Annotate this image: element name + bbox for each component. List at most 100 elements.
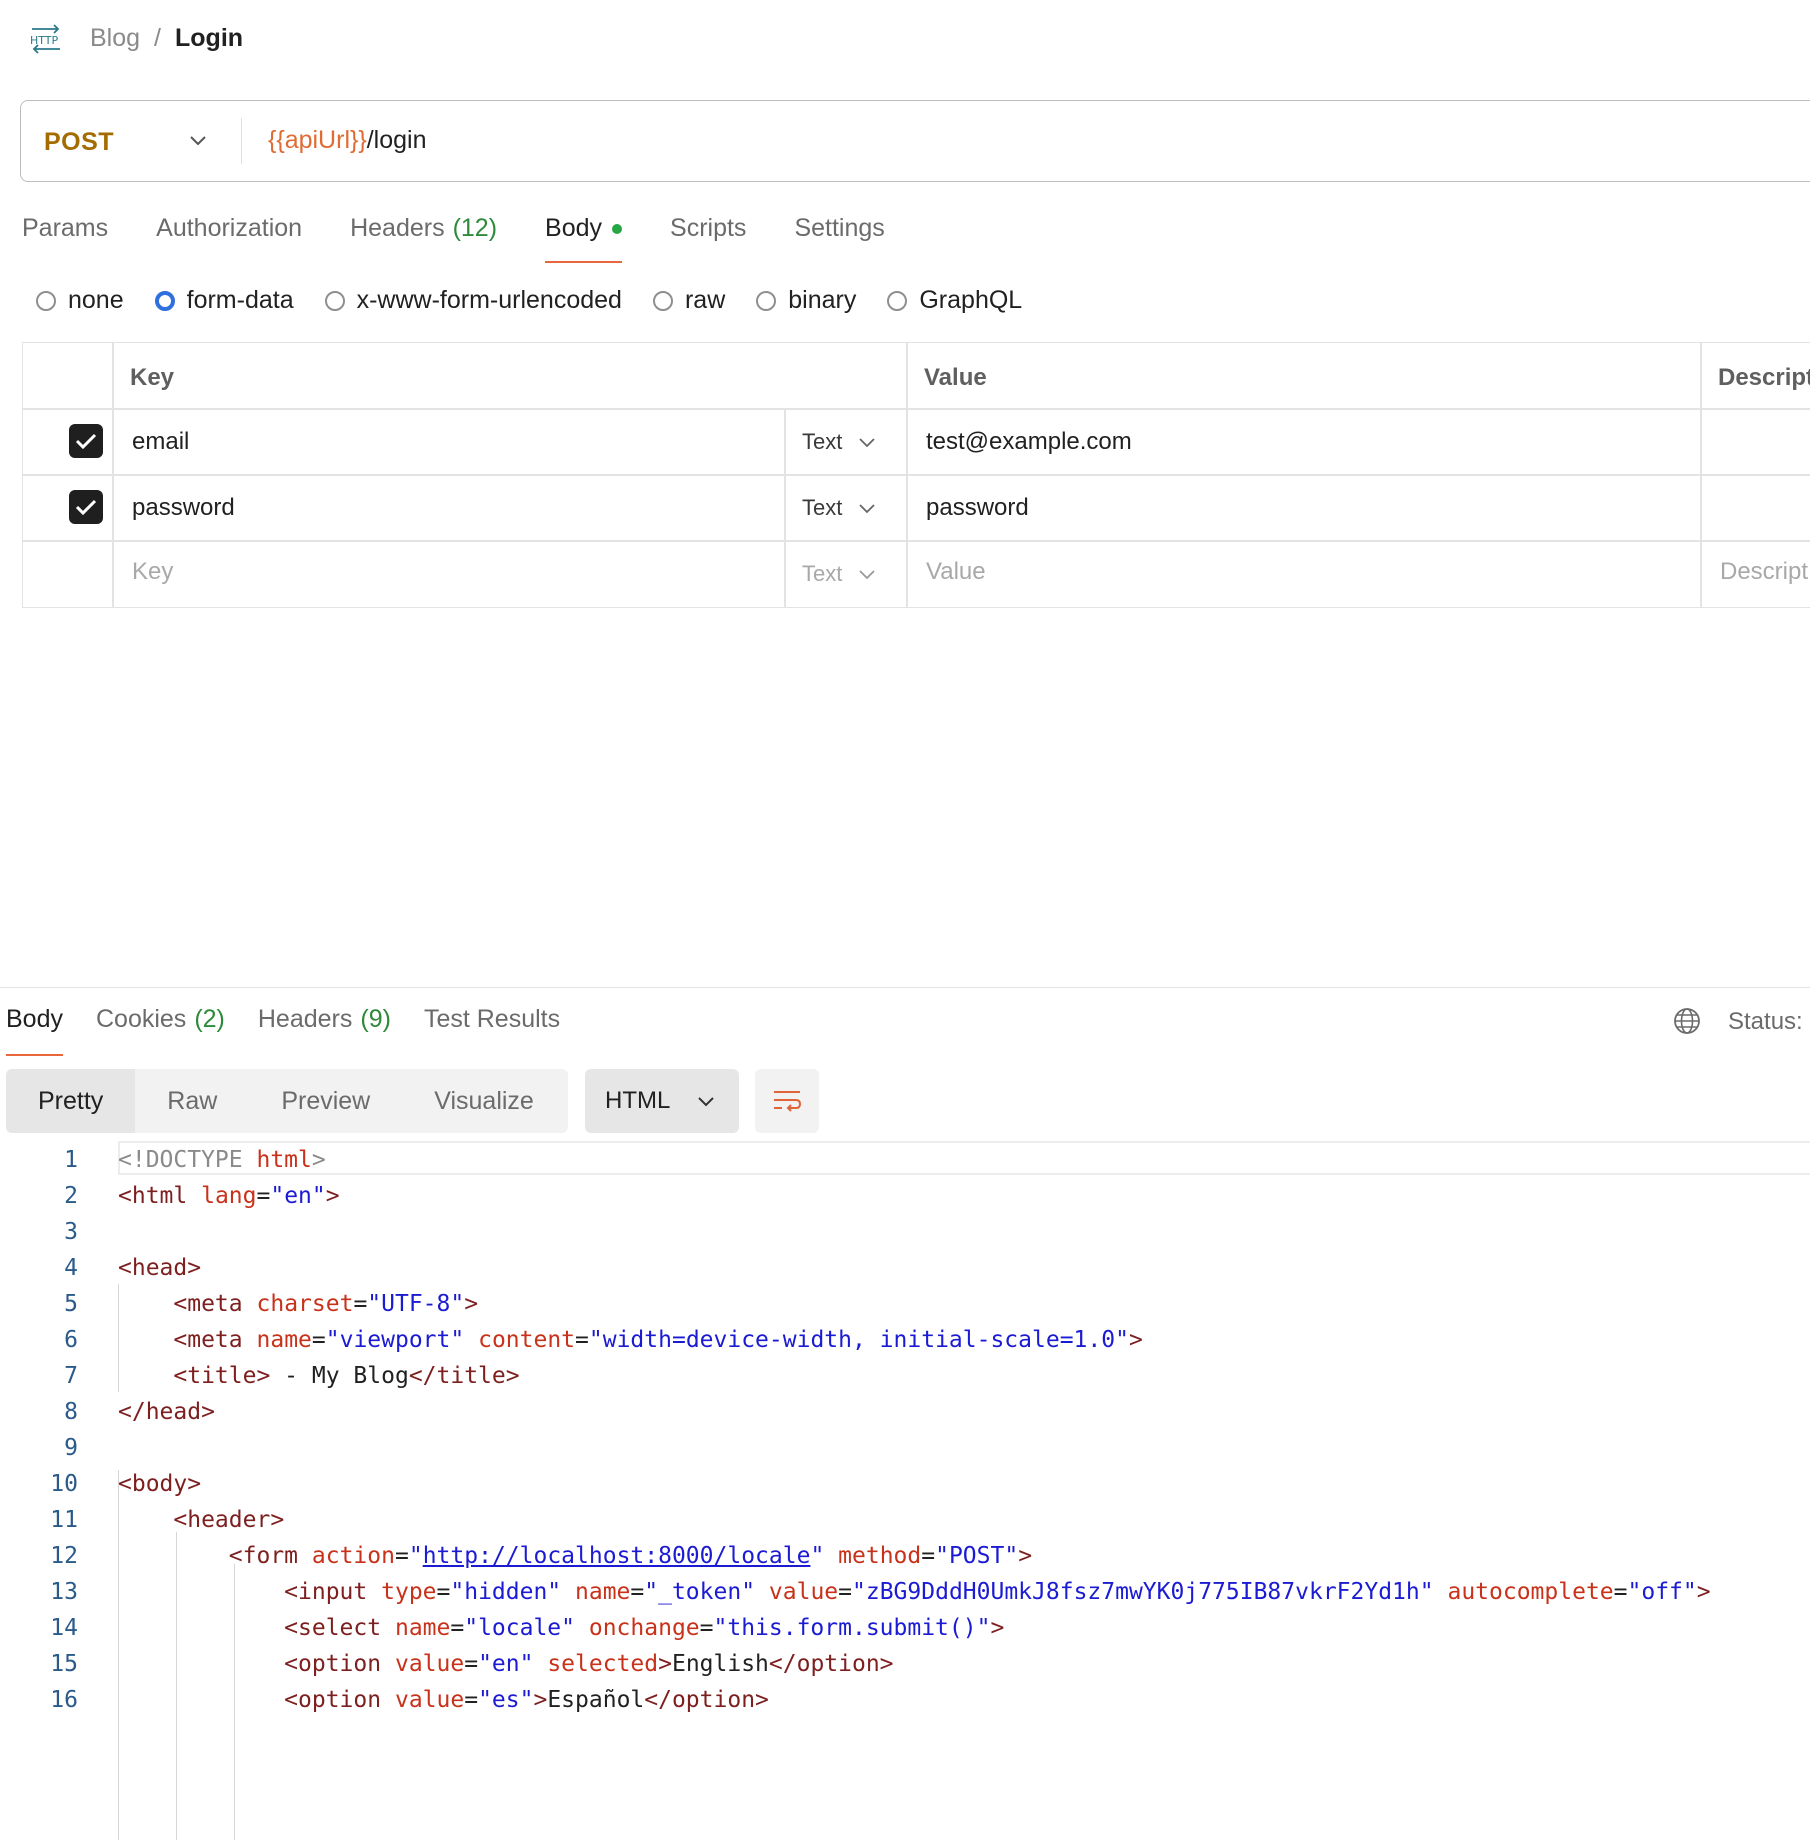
view-pretty[interactable]: Pretty	[6, 1069, 136, 1133]
tab-label: Headers	[257, 1005, 353, 1033]
chevron-down-icon	[859, 504, 875, 514]
format-select[interactable]: HTML	[585, 1069, 739, 1133]
key-cell[interactable]: email	[132, 428, 189, 456]
radio-x-www-form-urlencoded[interactable]: x-www-form-urlencoded	[324, 286, 622, 315]
view-preview[interactable]: Preview	[249, 1069, 402, 1133]
method-select[interactable]: POST	[44, 128, 114, 157]
tab-params[interactable]: Params	[22, 214, 108, 263]
tab-body[interactable]: Body	[545, 214, 623, 263]
chevron-down-icon	[859, 570, 875, 580]
code-line: <body>	[118, 1471, 202, 1497]
chevron-down-icon[interactable]	[188, 133, 208, 147]
radio-none[interactable]: none	[36, 286, 124, 315]
response-tab-headers[interactable]: Headers (9)	[258, 1005, 391, 1056]
breadcrumb-request[interactable]: Login	[175, 24, 243, 53]
tab-label: Body	[6, 1005, 63, 1033]
line-number: 13	[50, 1579, 78, 1605]
http-icon: HTTP	[30, 24, 60, 54]
radio-label: binary	[788, 286, 857, 314]
url-divider	[241, 118, 242, 164]
tab-label: Headers	[350, 214, 445, 242]
key-cell[interactable]: password	[132, 494, 235, 522]
tab-authorization[interactable]: Authorization	[156, 214, 302, 263]
radio-circle	[756, 290, 777, 311]
format-label: HTML	[605, 1087, 671, 1114]
current-line-highlight	[118, 1141, 1810, 1175]
radio-binary[interactable]: binary	[756, 286, 856, 315]
line-number: 1	[64, 1147, 78, 1173]
code-line: <head>	[118, 1255, 202, 1281]
row-checkbox[interactable]	[69, 424, 103, 458]
type-label: Text	[802, 429, 843, 454]
tab-label: Params	[22, 214, 109, 242]
tab-label: Scripts	[670, 214, 747, 242]
tab-headers[interactable]: Headers (12)	[350, 214, 497, 263]
radio-circle	[887, 290, 908, 311]
tab-settings[interactable]: Settings	[794, 214, 884, 263]
response-tab-body[interactable]: Body	[6, 1005, 63, 1056]
value-cell[interactable]: password	[926, 494, 1029, 522]
radio-graphql[interactable]: GraphQL	[887, 286, 1022, 315]
code-line: <meta charset="UTF-8">	[173, 1291, 479, 1317]
checkmark-icon	[75, 433, 97, 450]
url-path: /login	[366, 126, 427, 154]
globe-icon[interactable]	[1672, 1006, 1702, 1036]
line-number: 11	[50, 1507, 78, 1533]
tab-label: Test Results	[423, 1005, 561, 1033]
type-select[interactable]: Text	[802, 495, 876, 521]
radio-circle	[154, 290, 175, 311]
view-raw[interactable]: Raw	[135, 1069, 249, 1133]
line-number: 3	[64, 1219, 78, 1245]
radio-form-data[interactable]: form-data	[154, 286, 294, 315]
line-number: 12	[50, 1543, 78, 1569]
table-divider	[22, 540, 1810, 542]
view-visualize[interactable]: Visualize	[402, 1069, 566, 1133]
type-label: Text	[802, 495, 843, 520]
url-input[interactable]: {{apiUrl}}/login	[268, 126, 426, 155]
code-line: <html lang="en">	[118, 1183, 340, 1209]
url-variable: {{apiUrl}}	[268, 126, 367, 154]
radio-label: none	[68, 286, 124, 314]
response-tab-cookies[interactable]: Cookies (2)	[96, 1005, 225, 1056]
table-divider	[112, 342, 114, 608]
status-label: Status:	[1728, 1008, 1803, 1035]
value-cell[interactable]: test@example.com	[926, 428, 1132, 456]
column-header-key: Key	[130, 364, 175, 391]
new-description-input[interactable]: Descript	[1720, 558, 1808, 586]
line-number: 4	[64, 1255, 78, 1281]
headers-count: (12)	[452, 214, 498, 242]
code-line: <option value="en" selected>English</opt…	[284, 1651, 894, 1677]
radio-circle	[36, 290, 56, 311]
new-key-input[interactable]: Key	[132, 558, 173, 586]
breadcrumb-separator: /	[154, 23, 161, 52]
tab-scripts[interactable]: Scripts	[670, 214, 746, 263]
new-value-input[interactable]: Value	[926, 558, 986, 586]
line-number: 7	[64, 1363, 78, 1389]
type-select[interactable]: Text	[802, 561, 876, 587]
code-line: <meta name="viewport" content="width=dev…	[173, 1327, 1143, 1353]
row-checkbox[interactable]	[69, 490, 103, 524]
tab-label: Body	[545, 214, 603, 242]
radio-circle	[652, 290, 673, 311]
wrap-lines-button[interactable]	[755, 1069, 819, 1133]
column-header-value: Value	[924, 364, 987, 391]
table-divider	[784, 408, 786, 608]
line-number: 16	[50, 1687, 78, 1713]
line-number: 15	[50, 1651, 78, 1677]
code-line: <header>	[173, 1507, 285, 1533]
radio-raw[interactable]: raw	[652, 286, 725, 315]
response-tab-test-results[interactable]: Test Results	[424, 1005, 560, 1056]
code-line: <option value="es">Español</option>	[284, 1687, 769, 1713]
line-number: 14	[50, 1615, 78, 1641]
response-tabs: Body Cookies (2) Headers (9) Test Results	[6, 1005, 593, 1056]
breadcrumb-collection[interactable]: Blog	[90, 24, 140, 53]
code-line: <input type="hidden" name="_token" value…	[284, 1579, 1711, 1605]
radio-label: GraphQL	[919, 286, 1023, 314]
tab-label: Settings	[794, 214, 885, 242]
line-number: 10	[50, 1471, 78, 1497]
radio-label: form-data	[186, 286, 294, 314]
pane-divider[interactable]	[0, 987, 1810, 988]
request-tabs: Params Authorization Headers (12) Body Sc…	[22, 214, 933, 263]
type-select[interactable]: Text	[802, 429, 876, 455]
body-type-radios: none form-data x-www-form-urlencoded raw…	[36, 286, 1053, 315]
